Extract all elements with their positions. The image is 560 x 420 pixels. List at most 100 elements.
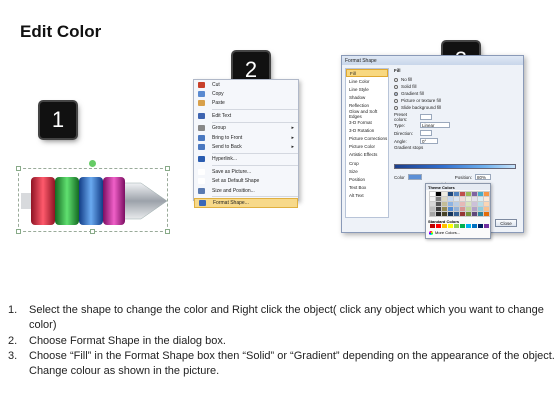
menu-item-edit-text[interactable]: Edit Text bbox=[194, 111, 298, 120]
nav-item-glow-and-soft-edges[interactable]: Glow and Soft Edges bbox=[346, 109, 388, 119]
color-swatch[interactable] bbox=[447, 206, 454, 212]
color-swatch[interactable] bbox=[453, 191, 460, 197]
setting-field[interactable]: 0° bbox=[420, 138, 438, 144]
nav-item-3-d-format[interactable]: 3-D Format bbox=[346, 118, 388, 126]
radio-button[interactable] bbox=[394, 84, 398, 89]
color-swatch[interactable] bbox=[441, 211, 448, 217]
radio-button[interactable] bbox=[394, 105, 398, 110]
fill-option[interactable]: Gradient fill bbox=[394, 90, 522, 97]
color-swatch[interactable] bbox=[465, 201, 472, 207]
nav-item-position[interactable]: Position bbox=[346, 175, 388, 183]
color-swatch[interactable] bbox=[435, 196, 442, 202]
color-swatch[interactable] bbox=[478, 224, 483, 228]
fill-option[interactable]: Picture or texture fill bbox=[394, 97, 522, 104]
setting-field[interactable]: Linear bbox=[420, 122, 450, 128]
color-swatch[interactable] bbox=[465, 191, 472, 197]
gradient-stops-bar[interactable] bbox=[394, 164, 516, 169]
color-swatch[interactable] bbox=[460, 224, 465, 228]
color-swatch[interactable] bbox=[441, 201, 448, 207]
color-swatch[interactable] bbox=[477, 211, 484, 217]
color-swatch[interactable] bbox=[442, 224, 447, 228]
menu-item-hyperlink[interactable]: Hyperlink... bbox=[194, 155, 298, 164]
color-picker-button[interactable] bbox=[407, 174, 422, 180]
color-swatch[interactable] bbox=[441, 196, 448, 202]
color-swatch[interactable] bbox=[483, 201, 490, 207]
arrow-shape[interactable] bbox=[19, 169, 169, 233]
nav-item-size[interactable]: Size bbox=[346, 167, 388, 175]
more-colors-item[interactable]: More Colors... bbox=[426, 230, 490, 235]
color-swatch[interactable] bbox=[459, 196, 466, 202]
nav-item-picture-color[interactable]: Picture Color bbox=[346, 143, 388, 151]
color-swatch[interactable] bbox=[472, 224, 477, 228]
color-swatch[interactable] bbox=[441, 191, 448, 197]
color-swatch[interactable] bbox=[471, 196, 478, 202]
color-swatch[interactable] bbox=[447, 201, 454, 207]
color-swatch[interactable] bbox=[453, 206, 460, 212]
nav-item-3-d-rotation[interactable]: 3-D Rotation bbox=[346, 126, 388, 134]
nav-item-crop[interactable]: Crop bbox=[346, 159, 388, 167]
nav-item-shadow[interactable]: Shadow bbox=[346, 94, 388, 102]
color-swatch[interactable] bbox=[447, 211, 454, 217]
color-swatch[interactable] bbox=[429, 191, 436, 197]
close-button[interactable]: Close bbox=[495, 219, 517, 227]
color-swatch[interactable] bbox=[435, 201, 442, 207]
color-swatch[interactable] bbox=[429, 206, 436, 212]
color-swatch[interactable] bbox=[447, 196, 454, 202]
fill-option[interactable]: No fill bbox=[394, 76, 522, 83]
setting-field[interactable] bbox=[420, 114, 432, 120]
menu-item-send-to-back[interactable]: Send to Back ▸ bbox=[194, 142, 298, 151]
selected-shape-group[interactable] bbox=[16, 160, 170, 234]
color-swatch[interactable] bbox=[465, 211, 472, 217]
color-swatch[interactable] bbox=[447, 191, 454, 197]
color-swatch[interactable] bbox=[477, 196, 484, 202]
radio-button[interactable] bbox=[394, 98, 398, 103]
menu-item-group[interactable]: Group ▸ bbox=[194, 124, 298, 133]
color-swatch[interactable] bbox=[429, 196, 436, 202]
color-swatch[interactable] bbox=[459, 211, 466, 217]
color-swatch[interactable] bbox=[471, 206, 478, 212]
color-swatch[interactable] bbox=[471, 201, 478, 207]
color-swatch[interactable] bbox=[430, 224, 435, 228]
color-swatch[interactable] bbox=[441, 206, 448, 212]
color-swatch[interactable] bbox=[465, 196, 472, 202]
radio-button[interactable] bbox=[394, 77, 398, 82]
rotate-handle[interactable] bbox=[89, 160, 96, 167]
menu-item-bring-to-front[interactable]: Bring to Front ▸ bbox=[194, 133, 298, 142]
color-swatch[interactable] bbox=[429, 211, 436, 217]
color-swatch[interactable] bbox=[484, 224, 489, 228]
color-swatch[interactable] bbox=[483, 206, 490, 212]
color-swatch[interactable] bbox=[453, 201, 460, 207]
nav-item-picture-corrections[interactable]: Picture Corrections bbox=[346, 135, 388, 143]
menu-item-save-as-picture[interactable]: Save as Picture... bbox=[194, 167, 298, 176]
menu-item-copy[interactable]: Copy bbox=[194, 89, 298, 98]
fill-option[interactable]: Solid fill bbox=[394, 83, 522, 90]
nav-item-line-style[interactable]: Line Style bbox=[346, 85, 388, 93]
menu-item-set-as-default-shape[interactable]: Set as Default Shape bbox=[194, 177, 298, 186]
color-swatch[interactable] bbox=[436, 224, 441, 228]
color-swatch[interactable] bbox=[465, 206, 472, 212]
color-swatch[interactable] bbox=[483, 211, 490, 217]
color-swatch[interactable] bbox=[471, 211, 478, 217]
nav-item-line-color[interactable]: Line Color bbox=[346, 77, 388, 85]
color-swatch[interactable] bbox=[435, 191, 442, 197]
menu-item-format-shape[interactable]: Format Shape... bbox=[194, 198, 298, 208]
menu-item-paste[interactable]: Paste bbox=[194, 99, 298, 108]
color-swatch[interactable] bbox=[477, 201, 484, 207]
nav-item-text-box[interactable]: Text Box bbox=[346, 184, 388, 192]
nav-item-artistic-effects[interactable]: Artistic Effects bbox=[346, 151, 388, 159]
menu-item-cut[interactable]: Cut bbox=[194, 80, 298, 89]
color-swatch[interactable] bbox=[448, 224, 453, 228]
menu-item-size-and-position[interactable]: Size and Position... bbox=[194, 186, 298, 195]
color-swatch[interactable] bbox=[483, 191, 490, 197]
color-swatch[interactable] bbox=[454, 224, 459, 228]
nav-item-fill[interactable]: Fill bbox=[346, 69, 388, 78]
position-input[interactable]: 80% bbox=[475, 174, 492, 180]
color-swatch[interactable] bbox=[429, 201, 436, 207]
color-swatch[interactable] bbox=[459, 206, 466, 212]
color-swatch[interactable] bbox=[477, 191, 484, 197]
color-swatch[interactable] bbox=[459, 201, 466, 207]
color-swatch[interactable] bbox=[453, 211, 460, 217]
color-swatch[interactable] bbox=[435, 206, 442, 212]
color-swatch[interactable] bbox=[453, 196, 460, 202]
color-swatch[interactable] bbox=[471, 191, 478, 197]
